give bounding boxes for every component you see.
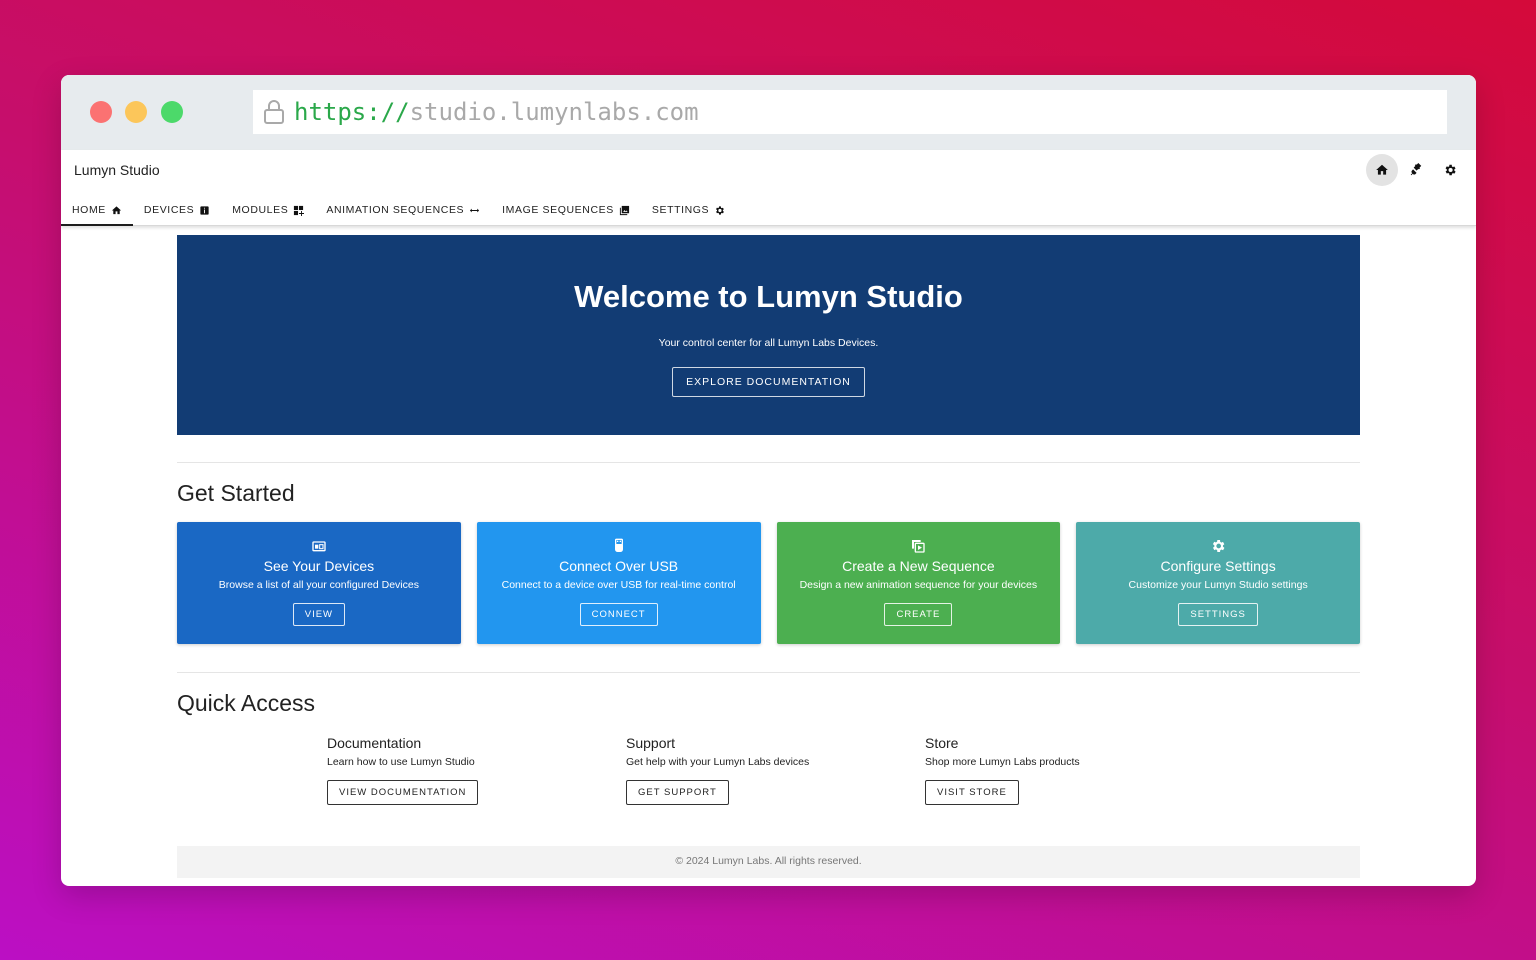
quick-access-item-desc: Learn how to use Lumyn Studio bbox=[327, 756, 475, 768]
card-description: Customize your Lumyn Studio settings bbox=[1128, 579, 1308, 591]
usb-connect-button[interactable] bbox=[1400, 154, 1432, 186]
tab-home[interactable]: HOME bbox=[61, 194, 133, 226]
app-bar: Lumyn Studio HOME DEVICES MODULES ANIMAT… bbox=[61, 150, 1476, 226]
quick-access-list: Documentation Learn how to use Lumyn Stu… bbox=[177, 735, 1360, 825]
home-icon bbox=[1376, 164, 1388, 175]
settings-button[interactable] bbox=[1434, 154, 1466, 186]
image-stack-icon bbox=[619, 205, 629, 215]
home-button[interactable] bbox=[1366, 154, 1398, 186]
tab-modules[interactable]: MODULES bbox=[221, 194, 315, 226]
quick-access-store: Store Shop more Lumyn Labs products VISI… bbox=[925, 735, 1080, 805]
tab-settings[interactable]: SETTINGS bbox=[641, 194, 736, 226]
app-title: Lumyn Studio bbox=[74, 162, 160, 178]
card-create-sequence: Create a New Sequence Design a new anima… bbox=[776, 522, 1061, 644]
connect-button[interactable]: CONNECT bbox=[579, 603, 658, 626]
browser-window: https://studio.lumynlabs.com Lumyn Studi… bbox=[61, 75, 1476, 886]
divider bbox=[177, 462, 1360, 463]
quick-access-item-title: Support bbox=[626, 735, 676, 751]
address-bar[interactable]: https://studio.lumynlabs.com bbox=[253, 90, 1447, 134]
card-description: Design a new animation sequence for your… bbox=[799, 579, 1038, 591]
device-info-icon bbox=[200, 205, 209, 215]
get-started-cards: See Your Devices Browse a list of all yo… bbox=[177, 522, 1360, 644]
quick-access-title: Quick Access bbox=[177, 690, 316, 716]
view-documentation-button[interactable]: VIEW DOCUMENTATION bbox=[327, 780, 479, 805]
home-icon bbox=[111, 205, 121, 214]
quick-access-documentation: Documentation Learn how to use Lumyn Stu… bbox=[327, 735, 479, 805]
tab-image-sequences[interactable]: IMAGE SEQUENCES bbox=[491, 194, 641, 226]
top-icon-group bbox=[1366, 154, 1466, 186]
tab-devices[interactable]: DEVICES bbox=[133, 194, 221, 226]
tab-label: MODULES bbox=[232, 204, 289, 216]
tab-label: IMAGE SEQUENCES bbox=[502, 204, 614, 216]
usb-connect-icon bbox=[1410, 163, 1422, 176]
get-started-title: Get Started bbox=[177, 480, 295, 506]
quick-access-item-title: Store bbox=[925, 735, 959, 751]
tab-label: HOME bbox=[72, 204, 106, 216]
visit-store-button[interactable]: VISIT STORE bbox=[925, 780, 1019, 805]
get-support-button[interactable]: GET SUPPORT bbox=[626, 780, 729, 805]
gear-icon bbox=[716, 205, 725, 215]
modules-icon bbox=[294, 205, 305, 216]
tab-label: SETTINGS bbox=[651, 204, 710, 216]
browser-chrome: https://studio.lumynlabs.com bbox=[61, 75, 1476, 150]
usb-icon bbox=[614, 538, 623, 552]
quick-access-item-desc: Get help with your Lumyn Labs devices bbox=[626, 756, 810, 768]
tab-label: DEVICES bbox=[143, 204, 195, 216]
tab-label: ANIMATION SEQUENCES bbox=[326, 204, 465, 216]
devices-icon bbox=[312, 541, 326, 552]
gear-icon bbox=[1213, 540, 1225, 552]
nav-tabs: HOME DEVICES MODULES ANIMATION SEQUENCES… bbox=[61, 194, 736, 226]
quick-access-item-desc: Shop more Lumyn Labs products bbox=[925, 756, 1080, 768]
explore-documentation-button[interactable]: EXPLORE DOCUMENTATION bbox=[672, 367, 865, 397]
hero-title: Welcome to Lumyn Studio bbox=[574, 279, 963, 314]
copyright-text: © 2024 Lumyn Labs. All rights reserved. bbox=[675, 855, 862, 867]
maximize-window-button[interactable] bbox=[161, 101, 183, 123]
card-title: Connect Over USB bbox=[559, 558, 679, 574]
card-description: Browse a list of all your configured Dev… bbox=[218, 579, 419, 591]
card-title: Configure Settings bbox=[1160, 558, 1276, 574]
hero-banner: Welcome to Lumyn Studio Your control cen… bbox=[177, 235, 1360, 435]
card-configure-settings: Configure Settings Customize your Lumyn … bbox=[1076, 522, 1360, 644]
hero-subtitle: Your control center for all Lumyn Labs D… bbox=[658, 337, 879, 349]
card-description: Connect to a device over USB for real-ti… bbox=[501, 579, 736, 591]
settings-card-button[interactable]: SETTINGS bbox=[1178, 603, 1258, 626]
main-content: Welcome to Lumyn Studio Your control cen… bbox=[177, 235, 1360, 878]
lock-icon bbox=[264, 100, 284, 124]
create-sequence-button[interactable]: CREATE bbox=[884, 603, 953, 626]
quick-access-item-title: Documentation bbox=[327, 735, 422, 751]
footer: © 2024 Lumyn Labs. All rights reserved. bbox=[177, 846, 1360, 878]
divider bbox=[177, 672, 1360, 673]
tab-animation-sequences[interactable]: ANIMATION SEQUENCES bbox=[315, 194, 491, 226]
url-host: studio.lumynlabs.com bbox=[409, 98, 699, 126]
minimize-window-button[interactable] bbox=[125, 101, 147, 123]
card-connect-usb: Connect Over USB Connect to a device ove… bbox=[476, 522, 761, 644]
card-title: Create a New Sequence bbox=[842, 558, 995, 574]
quick-access-support: Support Get help with your Lumyn Labs de… bbox=[626, 735, 809, 805]
card-title: See Your Devices bbox=[263, 558, 375, 574]
url-scheme: https:// bbox=[294, 98, 410, 126]
view-devices-button[interactable]: VIEW bbox=[292, 603, 346, 626]
sequence-icon bbox=[912, 540, 926, 553]
close-window-button[interactable] bbox=[90, 101, 112, 123]
arrows-horizontal-icon bbox=[470, 208, 480, 212]
card-see-devices: See Your Devices Browse a list of all yo… bbox=[177, 522, 461, 644]
gear-icon bbox=[1445, 164, 1456, 176]
